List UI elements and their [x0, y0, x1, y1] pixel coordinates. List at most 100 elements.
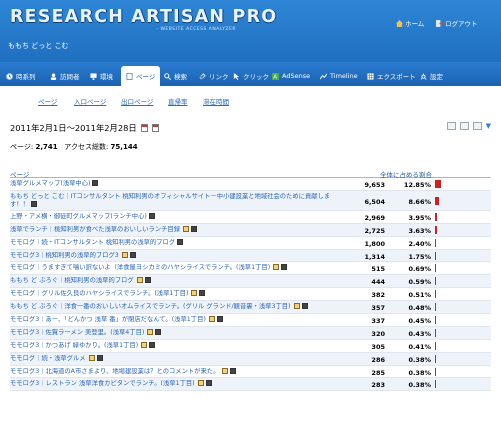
- open-page-icon[interactable]: [149, 341, 156, 348]
- page-share: 1.75%: [408, 252, 431, 261]
- page-title-text: モモログ｜グリル佐久良のハヤシライスでランチ。(浅草1丁目): [10, 290, 189, 298]
- open-page-icon[interactable]: [205, 380, 212, 387]
- page-title-link[interactable]: モモログ｜うますぎて噛い訳ないよ（洋食屋ヨシカミのハヤシライスでランチ。(浅草1…: [10, 264, 332, 272]
- open-page-icon[interactable]: [30, 200, 37, 207]
- tab-export[interactable]: エクスポート: [367, 66, 416, 86]
- open-page-icon[interactable]: [216, 316, 223, 323]
- page-title-link[interactable]: 浅草でランチ｜桃知利男が食べた浅草のおいしいランチ目録: [10, 225, 332, 234]
- export-csv-icon[interactable]: [446, 122, 456, 130]
- open-page-icon[interactable]: [301, 303, 308, 310]
- open-page-icon[interactable]: [129, 251, 136, 258]
- summary: ページ: 2,741 アクセス総数: 75,144: [10, 142, 138, 152]
- subtab-entry-pages[interactable]: 入口ページ: [74, 96, 106, 106]
- page-detail-icon[interactable]: [197, 380, 204, 387]
- page-title-link[interactable]: モモログ｜続・浅草グルメ: [10, 354, 332, 363]
- subtab-time-on-site[interactable]: 滞在時間: [203, 96, 229, 106]
- subtab-pages[interactable]: ページ: [38, 96, 57, 106]
- tab-search[interactable]: 検索: [164, 66, 187, 86]
- table-row: 浅草グルメマップ(浅草中心) 9,653 12.85%: [10, 178, 491, 191]
- page-icon: [126, 72, 133, 80]
- table-body: 浅草グルメマップ(浅草中心) 9,653 12.85% ももち どっと こむ｜ITコン…: [10, 178, 491, 392]
- print-icon[interactable]: [459, 122, 469, 130]
- page-share: 0.43%: [408, 329, 431, 338]
- share-bar: [435, 380, 436, 389]
- page-title-link[interactable]: ももち ど ぶろぐ｜洋食一番のおいしいオムライスでランチ。(グリル グランド/観…: [10, 303, 332, 311]
- calendar-end-icon[interactable]: [151, 124, 159, 132]
- page-title-link[interactable]: モモログ｜グリル佐久良のハヤシライスでランチ。(浅草1丁目): [10, 290, 332, 298]
- page-title-text: モモログ｜うますぎて噛い訳ないよ（洋食屋ヨシカミのハヤシライスでランチ。(浅草1…: [10, 264, 271, 272]
- page-title-link[interactable]: モモログ3｜かつあげ 緑ゆかり。(浅草1丁目): [10, 341, 332, 350]
- share-bar: [435, 328, 436, 337]
- table-row: 上野・アメ横・御徒町グルメマップ(ランチ中心) 2,969 3.95%: [10, 211, 491, 224]
- page-title-link[interactable]: モモログ3｜あー、「どんかつ 浅草 番」が閉店だなんて。(浅草1丁目): [10, 316, 332, 324]
- logo-title: RESEARCH ARTISAN PRO: [10, 7, 278, 27]
- share-bar: [435, 341, 436, 350]
- page-views: 515: [371, 265, 385, 274]
- share-bar: [435, 316, 436, 325]
- open-page-icon[interactable]: [199, 290, 206, 297]
- page-detail-icon[interactable]: [222, 367, 229, 374]
- page-detail-icon[interactable]: [121, 251, 128, 258]
- page-detail-icon[interactable]: [136, 277, 143, 284]
- page-title-link[interactable]: モモログ3｜桃知利男の浅草的ブログ3: [10, 251, 332, 260]
- table-row: ももち ど ぶろぐ｜洋食一番のおいしいオムライスでランチ。(グリル グランド/観…: [10, 301, 491, 315]
- subtab-bounce-rate[interactable]: 直帰率: [168, 96, 188, 106]
- share-bar: [435, 264, 436, 273]
- table-row: モモログ3｜レストラン 浅草洋食カピタンでランチ。(浅草1丁目) 283 0.38%: [10, 378, 491, 392]
- bookmark-icon[interactable]: [472, 122, 482, 130]
- table-header: ページ 全体に占める割合: [10, 164, 491, 179]
- tab-visitors[interactable]: 訪問者: [50, 66, 80, 86]
- open-page-icon[interactable]: [155, 328, 162, 335]
- share-bar: [435, 196, 439, 205]
- calendar-start-icon[interactable]: [140, 124, 148, 132]
- page-share: 3.95%: [408, 213, 431, 222]
- open-page-icon[interactable]: [144, 277, 151, 284]
- page-title-link[interactable]: モモログ3｜佐賀ラーメン 美登里。(浅草4丁目): [10, 328, 332, 337]
- app-logo[interactable]: RESEARCH ARTISAN PRO - WEBSITE ACCESS AN…: [10, 7, 278, 34]
- home-link[interactable]: ホーム: [396, 18, 424, 28]
- tab-environment[interactable]: 環境: [90, 66, 113, 86]
- page-detail-icon[interactable]: [88, 354, 95, 361]
- tab-clicks[interactable]: クリック: [233, 66, 269, 86]
- open-page-icon[interactable]: [281, 264, 288, 271]
- tab-timeline[interactable]: Timeline: [319, 66, 358, 86]
- page-title-link[interactable]: 上野・アメ横・御徒町グルメマップ(ランチ中心): [10, 212, 332, 221]
- share-bar: [435, 225, 437, 234]
- share-bar: [435, 180, 441, 188]
- page-detail-icon[interactable]: [141, 341, 148, 348]
- tab-label: エクスポート: [377, 73, 416, 81]
- page-title-link[interactable]: モモログ｜続・ITコンサルタント 桃知利男の浅草的ブログ: [10, 238, 332, 247]
- page-detail-icon[interactable]: [191, 290, 198, 297]
- tab-settings[interactable]: 設定: [420, 66, 443, 86]
- open-page-icon[interactable]: [92, 180, 99, 186]
- open-page-icon[interactable]: [191, 225, 198, 232]
- share-bar: [435, 277, 436, 286]
- page-detail-icon[interactable]: [208, 316, 215, 323]
- page-title-link[interactable]: 浅草グルメマップ(浅草中心): [10, 180, 332, 188]
- open-page-icon[interactable]: [177, 238, 184, 245]
- page-title-link[interactable]: ももち どっと こむ｜ITコンサルタント 桃知利男のオフィシャルサイト－中小建設…: [10, 193, 332, 210]
- site-name: ももち どっと こむ: [8, 42, 69, 50]
- open-page-icon[interactable]: [230, 367, 237, 374]
- total-access-value: 75,144: [110, 143, 138, 151]
- page-detail-icon[interactable]: [273, 264, 280, 271]
- page-detail-icon[interactable]: [147, 328, 154, 335]
- chevron-down-icon[interactable]: ▼: [486, 122, 491, 130]
- page-title-link[interactable]: モモログ3｜北海道のA市さまより、地場建設業は？とのコメントが来た。: [10, 367, 332, 376]
- open-page-icon[interactable]: [96, 354, 103, 361]
- subtab-exit-pages[interactable]: 出口ページ: [121, 96, 153, 106]
- page-title-link[interactable]: ももち ど ぶろぐ｜桃知利男の浅草的ブログ: [10, 277, 332, 285]
- tab-pages[interactable]: ページ: [121, 66, 161, 86]
- share-bar: [435, 354, 436, 363]
- cursor-icon: [233, 72, 240, 80]
- open-page-icon[interactable]: [148, 212, 155, 219]
- page-title-text: ももち ど ぶろぐ｜桃知利男の浅草的ブログ: [10, 277, 134, 285]
- tab-adsense[interactable]: A AdSense: [272, 66, 310, 86]
- page-title-link[interactable]: モモログ3｜レストラン 浅草洋食カピタンでランチ。(浅草1丁目): [10, 380, 332, 388]
- page-detail-icon[interactable]: [183, 225, 190, 232]
- page-detail-icon[interactable]: [293, 303, 300, 310]
- logout-link[interactable]: ログアウト: [436, 18, 478, 28]
- tab-links[interactable]: リンク: [199, 66, 229, 86]
- tab-timeseries[interactable]: 時系列: [6, 66, 36, 86]
- pages-count-label: ページ:: [10, 143, 34, 151]
